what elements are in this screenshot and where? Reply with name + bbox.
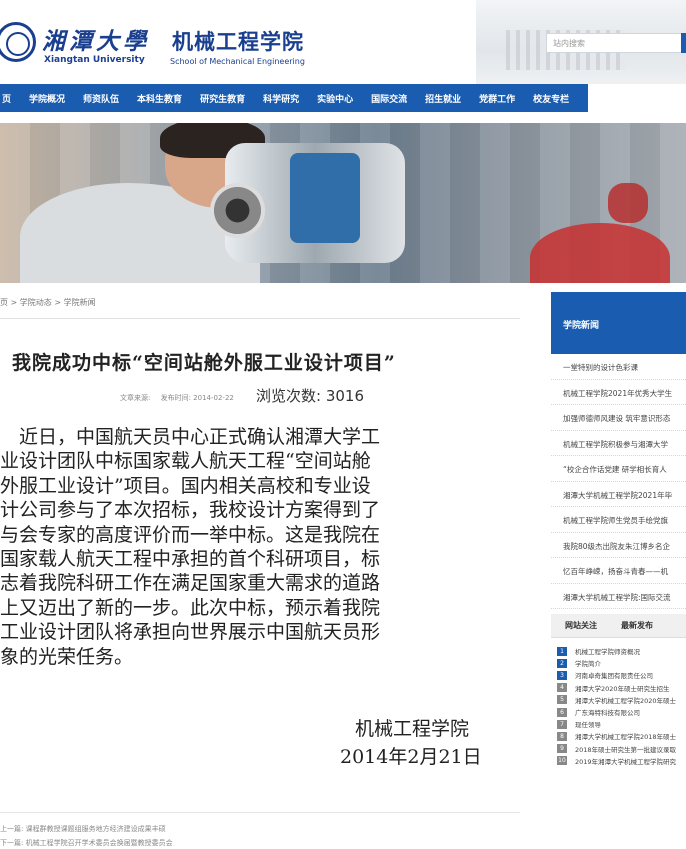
- rank-number: 1: [557, 646, 567, 656]
- sidebar-news-item[interactable]: 机械工程学院2021年优秀大学生: [551, 380, 686, 405]
- rank-number: 8: [557, 731, 567, 741]
- article-source: 文章来源:: [120, 394, 151, 402]
- next-article-link[interactable]: 下一篇: 机械工程学院召开学术委员会换届暨教授委员会: [0, 836, 173, 849]
- ranked-item[interactable]: 7 现任领导: [557, 718, 686, 730]
- rank-number: 3: [557, 670, 567, 680]
- banner-image: [0, 123, 686, 283]
- article-line: 与会专家的高度评价而一举中标。这是我院在: [0, 523, 381, 546]
- nav-item-lab[interactable]: 实验中心: [308, 92, 362, 105]
- article-line: 工业设计团队将承担向世界展示中国航天员形: [0, 621, 381, 644]
- nav-item-overview[interactable]: 学院概况: [20, 92, 74, 105]
- banner-machine-lens: [210, 183, 265, 238]
- article-views: 浏览次数: 3016: [256, 387, 364, 405]
- ranked-item[interactable]: 4 湘潭大学2020年硕士研究生招生: [557, 682, 686, 694]
- university-name-en: Xiangtan University: [44, 55, 145, 65]
- ranked-item-label: 湘潭大学机械工程学院2018年硕士: [575, 733, 677, 742]
- banner-figure-red-head: [608, 183, 648, 223]
- nav-item-alumni[interactable]: 校友专栏: [524, 92, 578, 105]
- sidebar-news-item[interactable]: 一堂特别的设计色彩课: [551, 354, 686, 380]
- sidebar-tabs: 网站关注 最新发布: [551, 614, 686, 638]
- tab-popular[interactable]: 网站关注: [551, 620, 607, 631]
- article-line: 志着我院科研工作在满足国家重大需求的道路: [0, 572, 381, 595]
- rank-number: 9: [557, 744, 567, 754]
- nav-item-faculty[interactable]: 师资队伍: [74, 92, 128, 105]
- sidebar-news-item[interactable]: 湘潭大学机械工程学院:国际交流: [551, 584, 686, 609]
- article-line: 业设计团队中标国家载人航天工程“空间站舱: [0, 450, 371, 473]
- banner-machine-panel: [290, 153, 360, 243]
- rank-number: 5: [557, 695, 567, 705]
- nav-item-admissions[interactable]: 招生就业: [416, 92, 470, 105]
- nav-spacer: [588, 84, 686, 112]
- sidebar-news-item[interactable]: 我院80级杰出院友朱江博乡名企: [551, 533, 686, 558]
- article-line: 近日，中国航天员中心正式确认湘潭大学工: [0, 426, 381, 448]
- ranked-item[interactable]: 10 2019年湘潭大学机械工程学院研究: [557, 755, 686, 767]
- search-input[interactable]: 站内搜索: [546, 33, 682, 53]
- rank-number: 2: [557, 658, 567, 668]
- sidebar-news-item[interactable]: 加强师德师风建设 筑牢意识形态: [551, 405, 686, 431]
- sidebar-news-item[interactable]: “校企合作话党建 研学相长育人: [551, 456, 686, 482]
- sidebar-news-item[interactable]: 机械工程学院积极参与湘潭大学: [551, 431, 686, 456]
- search-button[interactable]: [681, 33, 686, 53]
- sidebar-news-item[interactable]: 湘潭大学机械工程学院2021年毕: [551, 482, 686, 507]
- university-name-cn: 湘潭大學: [42, 28, 150, 55]
- ranked-item-label: 湘潭大学机械工程学院2020年硕士: [575, 696, 677, 705]
- ranked-item-label: 现任领导: [575, 721, 601, 730]
- site-header: 湘潭大學 机械工程学院 Xiangtan University School o…: [0, 0, 686, 84]
- breadcrumb[interactable]: 页 > 学院动态 > 学院新闻: [0, 297, 96, 308]
- nav-item-graduate[interactable]: 研究生教育: [191, 92, 254, 105]
- signature-org: 机械工程学院: [355, 718, 470, 740]
- nav-item-home[interactable]: 页: [0, 92, 20, 105]
- nav-item-research[interactable]: 科学研究: [254, 92, 308, 105]
- article-line: 国家载人航天工程中承担的首个科研项目，标: [0, 548, 381, 571]
- article-meta: 文章来源: 发布时间: 2014-02-22: [120, 393, 242, 403]
- ranked-item-label: 广东海特科技有限公司: [575, 709, 640, 718]
- article-line: 上又迈出了新的一步。此次中标，预示着我院: [0, 596, 381, 619]
- signature-date: 2014年2月21日: [340, 746, 482, 768]
- ranked-item-label: 机械工程学院师资概况: [575, 648, 640, 657]
- article-body: 近日，中国航天员中心正式确认湘潭大学工 业设计团队中标国家载人航天工程“空间站舱…: [0, 425, 505, 669]
- sidebar-news-list: 一堂特别的设计色彩课 机械工程学院2021年优秀大学生 加强师德师风建设 筑牢意…: [551, 354, 686, 609]
- ranked-item-label: 河南卓奇集团有限责任公司: [575, 672, 653, 681]
- sidebar-news-item[interactable]: 机械工程学院师生党员手绘党旗: [551, 507, 686, 533]
- nav-item-international[interactable]: 国际交流: [362, 92, 416, 105]
- sidebar-header: 学院新闻: [551, 292, 686, 354]
- rank-number: 10: [557, 756, 567, 766]
- article-line: 象的光荣任务。: [0, 645, 134, 668]
- nav-item-undergrad[interactable]: 本科生教育: [128, 92, 191, 105]
- sidebar-ranked-list: 1 机械工程学院师资概况 2 学院简介 3 河南卓奇集团有限责任公司 4 湘潭大学202…: [557, 645, 686, 767]
- article-footer-divider: [0, 812, 520, 813]
- ranked-item[interactable]: 2 学院简介: [557, 657, 686, 669]
- article-divider: [0, 318, 520, 319]
- sidebar-news-item[interactable]: 忆百年峥嵘，扬奋斗青春——机: [551, 558, 686, 584]
- article-date: 发布时间: 2014-02-22: [160, 394, 234, 402]
- rank-number: 4: [557, 683, 567, 693]
- article-title: 我院成功中标“空间站舱外服工业设计项目”: [12, 352, 396, 374]
- ranked-item[interactable]: 8 湘潭大学机械工程学院2018年硕士: [557, 730, 686, 742]
- university-seal-logo[interactable]: [0, 22, 36, 62]
- rank-number: 7: [557, 719, 567, 729]
- prev-article-link[interactable]: 上一篇: 课程群教授课题组服务地方经济建设成果丰硕: [0, 822, 173, 836]
- ranked-item[interactable]: 6 广东海特科技有限公司: [557, 706, 686, 718]
- ranked-item-label: 湘潭大学2020年硕士研究生招生: [575, 684, 670, 693]
- school-name-cn: 机械工程学院: [172, 30, 304, 54]
- article-prev-next: 上一篇: 课程群教授课题组服务地方经济建设成果丰硕 下一篇: 机械工程学院召开学…: [0, 822, 173, 849]
- nav-item-party[interactable]: 党群工作: [470, 92, 524, 105]
- ranked-item-label: 2018年硕士研究生第一批建议录取: [575, 745, 677, 754]
- school-name-en: School of Mechanical Engineering: [170, 57, 305, 66]
- ranked-item-label: 2019年湘潭大学机械工程学院研究: [575, 757, 677, 766]
- rank-number: 6: [557, 707, 567, 717]
- sidebar-title[interactable]: 学院新闻: [563, 318, 599, 331]
- tab-latest[interactable]: 最新发布: [607, 620, 663, 631]
- main-nav: 页 学院概况 师资队伍 本科生教育 研究生教育 科学研究 实验中心 国际交流 招…: [0, 84, 588, 112]
- ranked-item[interactable]: 3 河南卓奇集团有限责任公司: [557, 669, 686, 681]
- ranked-item[interactable]: 5 湘潭大学机械工程学院2020年硕士: [557, 694, 686, 706]
- ranked-item-label: 学院简介: [575, 660, 601, 669]
- ranked-item[interactable]: 9 2018年硕士研究生第一批建议录取: [557, 743, 686, 755]
- ranked-item[interactable]: 1 机械工程学院师资概况: [557, 645, 686, 657]
- article-line: 外服工业设计”项目。国内相关高校和专业设: [0, 474, 371, 497]
- article-line: 计公司参与了本次招标，我校设计方案得到了: [0, 499, 381, 522]
